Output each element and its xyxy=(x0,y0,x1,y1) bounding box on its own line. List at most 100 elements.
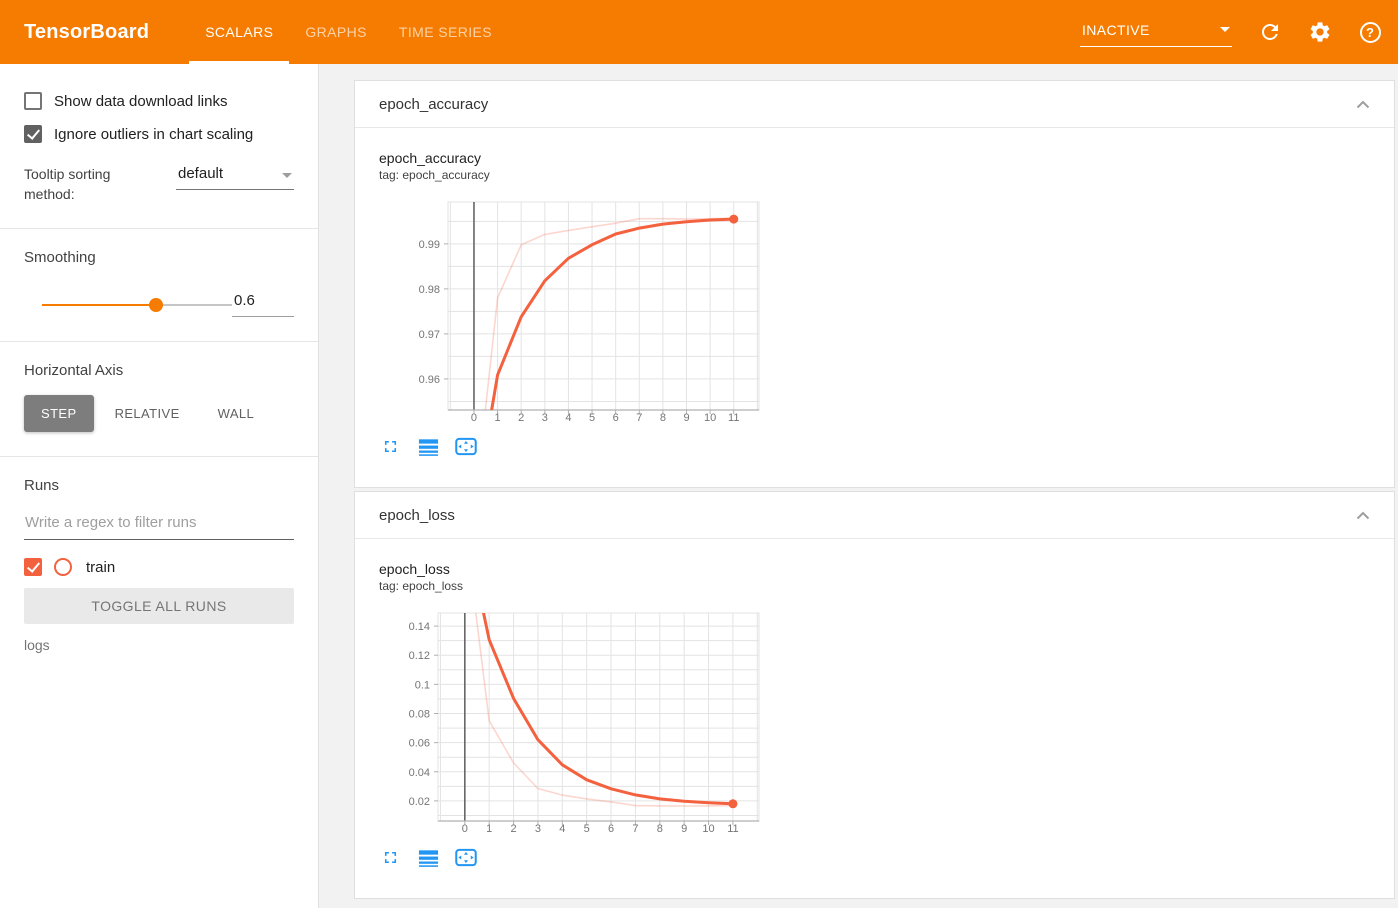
slider-knob[interactable] xyxy=(149,297,163,312)
card-header[interactable]: epoch_accuracy xyxy=(355,81,1394,128)
run-item-train[interactable]: train xyxy=(24,558,294,577)
tooltip-sorting-select[interactable]: default xyxy=(176,165,294,190)
svg-text:11: 11 xyxy=(728,412,739,424)
svg-text:8: 8 xyxy=(657,823,663,835)
toggle-all-runs-button[interactable]: TOGGLE ALL RUNS xyxy=(24,588,294,625)
app-layout: Show data download links Ignore outliers… xyxy=(0,64,1398,908)
svg-text:8: 8 xyxy=(660,412,666,424)
section-divider xyxy=(0,456,318,458)
svg-text:0.04: 0.04 xyxy=(409,767,430,779)
svg-text:0.98: 0.98 xyxy=(419,284,440,296)
checkbox-label: Ignore outliers in chart scaling xyxy=(54,125,254,143)
tooltip-sorting-value: default xyxy=(178,165,224,182)
svg-text:6: 6 xyxy=(613,412,619,424)
svg-text:5: 5 xyxy=(584,823,590,835)
show-download-links-checkbox[interactable]: Show data download links xyxy=(24,92,294,110)
tab-bar: SCALARS GRAPHS TIME SERIES xyxy=(189,0,508,64)
horizontal-axis-label: Horizontal Axis xyxy=(24,362,124,380)
log-directory-label: logs xyxy=(24,637,50,654)
svg-text:7: 7 xyxy=(632,823,638,835)
svg-text:2: 2 xyxy=(518,412,524,424)
smoothing-slider[interactable] xyxy=(42,297,232,312)
app-title: TensorBoard xyxy=(24,20,150,43)
runs-label: Runs xyxy=(24,477,60,495)
app-header: TensorBoard SCALARS GRAPHS TIME SERIES I… xyxy=(0,0,1398,64)
svg-text:9: 9 xyxy=(681,823,687,835)
svg-text:0.06: 0.06 xyxy=(409,738,430,750)
svg-text:0.97: 0.97 xyxy=(419,329,440,341)
run-color-swatch xyxy=(54,558,72,577)
card-title: epoch_accuracy xyxy=(379,95,489,113)
svg-text:4: 4 xyxy=(565,412,571,424)
reload-status-dropdown[interactable]: INACTIVE xyxy=(1080,18,1232,47)
svg-text:0.1: 0.1 xyxy=(415,679,430,691)
tooltip-sorting-row: Tooltip sorting method: default xyxy=(24,165,294,204)
refresh-icon[interactable] xyxy=(1258,20,1282,44)
svg-text:7: 7 xyxy=(636,412,642,424)
svg-text:11: 11 xyxy=(727,823,738,835)
card-title: epoch_loss xyxy=(379,506,455,524)
smoothing-row: 0.6 xyxy=(24,292,294,318)
tab-time-series[interactable]: TIME SERIES xyxy=(383,0,508,64)
run-label: train xyxy=(86,558,116,576)
flatten-lines-icon[interactable] xyxy=(417,435,439,457)
axis-relative-button[interactable]: RELATIVE xyxy=(98,395,197,432)
horizontal-axis-options: STEP RELATIVE WALL xyxy=(24,395,294,433)
svg-text:9: 9 xyxy=(683,412,689,424)
reload-status-value: INACTIVE xyxy=(1082,21,1150,38)
svg-text:2: 2 xyxy=(510,823,516,835)
card-header[interactable]: epoch_loss xyxy=(355,492,1394,539)
svg-text:0.02: 0.02 xyxy=(409,796,430,808)
fit-domain-icon[interactable] xyxy=(455,846,477,868)
chevron-down-icon xyxy=(282,173,292,178)
svg-text:0.14: 0.14 xyxy=(409,621,430,633)
ignore-outliers-checkbox[interactable]: Ignore outliers in chart scaling xyxy=(24,125,294,143)
chevron-up-icon[interactable] xyxy=(1356,100,1370,109)
chart-actions xyxy=(379,846,1370,868)
help-icon[interactable]: ? xyxy=(1358,20,1382,44)
svg-text:1: 1 xyxy=(495,412,501,424)
chevron-down-icon xyxy=(1220,27,1230,32)
section-divider xyxy=(0,341,318,343)
svg-text:0.08: 0.08 xyxy=(409,709,430,721)
slider-fill xyxy=(42,303,156,306)
svg-text:4: 4 xyxy=(559,823,565,835)
fit-domain-icon[interactable] xyxy=(455,435,477,457)
header-actions: INACTIVE ? xyxy=(1080,0,1382,64)
flatten-lines-icon[interactable] xyxy=(417,846,439,868)
axis-wall-button[interactable]: WALL xyxy=(201,395,272,432)
tab-graphs[interactable]: GRAPHS xyxy=(289,0,383,64)
svg-text:10: 10 xyxy=(704,412,716,424)
scalar-chart-svg[interactable]: 0 1 2 3 4 5 6 7 8 9 10 11 0.96 0.97 0.98 0.99 xyxy=(379,195,763,427)
card-epoch-loss: epoch_loss epoch_loss tag: epoch_loss 0 1… xyxy=(354,491,1395,899)
card-epoch-accuracy: epoch_accuracy epoch_accuracy tag: epoch… xyxy=(354,80,1395,488)
expand-chart-icon[interactable] xyxy=(379,846,401,868)
chevron-up-icon[interactable] xyxy=(1356,511,1370,520)
smoothing-value-input[interactable]: 0.6 xyxy=(232,292,294,318)
svg-text:0.99: 0.99 xyxy=(419,239,440,251)
svg-text:0.12: 0.12 xyxy=(409,650,430,662)
chart-title: epoch_loss xyxy=(379,561,450,577)
svg-text:3: 3 xyxy=(542,412,548,424)
tab-scalars[interactable]: SCALARS xyxy=(189,0,290,64)
chart-title: epoch_accuracy xyxy=(379,150,481,166)
svg-text:3: 3 xyxy=(535,823,541,835)
expand-chart-icon[interactable] xyxy=(379,435,401,457)
section-divider xyxy=(0,228,318,230)
scalar-chart-svg[interactable]: 0 1 2 3 4 5 6 7 8 9 10 11 0.02 0.04 0.06 0.08 0.1 0.12 0.1… xyxy=(379,606,763,838)
svg-text:6: 6 xyxy=(608,823,614,835)
chart-actions xyxy=(379,435,1370,457)
svg-text:0.96: 0.96 xyxy=(419,374,440,386)
chart-tag: tag: epoch_accuracy xyxy=(379,168,490,182)
checkbox-icon[interactable] xyxy=(24,125,42,143)
runs-filter-input[interactable] xyxy=(24,512,294,541)
axis-step-button[interactable]: STEP xyxy=(24,395,94,433)
help-glyph: ? xyxy=(1359,21,1381,43)
checkbox-label: Show data download links xyxy=(54,92,228,110)
card-body: epoch_loss tag: epoch_loss 0 1 2 3 4 5 6 7 8 9 10 1… xyxy=(355,539,1394,898)
checkbox-icon[interactable] xyxy=(24,92,42,110)
svg-text:10: 10 xyxy=(702,823,714,835)
sidebar: Show data download links Ignore outliers… xyxy=(0,64,319,908)
run-checkbox-icon[interactable] xyxy=(24,558,42,577)
settings-icon[interactable] xyxy=(1308,20,1332,44)
